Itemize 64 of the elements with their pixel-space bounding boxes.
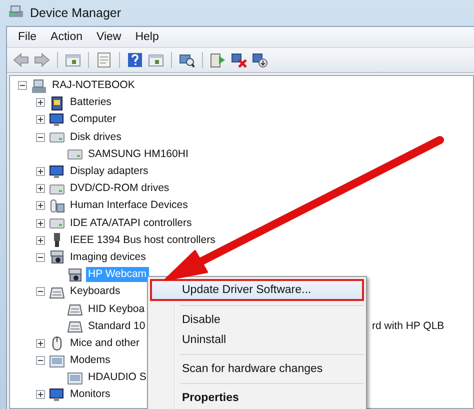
enable-icon[interactable] bbox=[252, 52, 268, 68]
menu-item[interactable]: Uninstall bbox=[150, 330, 364, 350]
tree-item[interactable]: Display adapters bbox=[68, 164, 150, 180]
menu-item[interactable]: File bbox=[11, 31, 44, 43]
expander-icon[interactable] bbox=[36, 390, 45, 400]
device-icon bbox=[49, 352, 65, 369]
device-icon bbox=[49, 386, 65, 403]
expander-icon[interactable] bbox=[36, 98, 45, 108]
expander-icon[interactable] bbox=[36, 356, 45, 366]
expander-icon[interactable] bbox=[36, 115, 45, 124]
tree-item[interactable]: DVD/CD-ROM drives bbox=[68, 181, 172, 196]
tree-item[interactable]: Disk drives bbox=[68, 130, 124, 145]
menu-item[interactable]: Scan for hardware changes bbox=[150, 359, 364, 379]
menu-item[interactable]: View bbox=[90, 31, 128, 43]
expander-icon[interactable] bbox=[36, 184, 45, 194]
back-icon[interactable] bbox=[13, 52, 29, 68]
tree-item[interactable]: Batteries bbox=[68, 95, 114, 110]
expander-icon[interactable] bbox=[36, 218, 45, 228]
tree-item[interactable]: IEEE 1394 Bus host controllers bbox=[68, 232, 218, 248]
tree-item[interactable]: Human Interface Devices bbox=[68, 198, 190, 214]
expander-icon[interactable] bbox=[36, 167, 45, 176]
tree-item[interactable]: RAJ-NOTEBOOK bbox=[50, 78, 137, 94]
tree-item[interactable]: Keyboards bbox=[68, 284, 122, 300]
device-icon bbox=[67, 370, 83, 386]
tree-item[interactable]: Standard 10 bbox=[86, 318, 148, 334]
menu-item[interactable]: Help bbox=[128, 31, 166, 43]
device-manager-icon bbox=[8, 3, 24, 19]
expander-icon[interactable] bbox=[18, 81, 27, 90]
tree-item[interactable]: Monitors bbox=[68, 387, 112, 402]
tree-item[interactable]: SAMSUNG HM160HI bbox=[86, 146, 190, 162]
document-icon[interactable] bbox=[96, 52, 112, 68]
device-icon bbox=[49, 198, 65, 214]
menu-item[interactable]: Properties bbox=[150, 388, 364, 408]
device-icon bbox=[49, 94, 65, 111]
expander-icon[interactable] bbox=[36, 338, 45, 348]
menu-item[interactable]: Disable bbox=[150, 310, 364, 330]
window-title: Device Manager bbox=[30, 6, 122, 20]
tree-item[interactable]: HDAUDIO S bbox=[86, 370, 148, 386]
help-icon[interactable] bbox=[127, 52, 143, 68]
tree-item[interactable]: Imaging devices bbox=[68, 250, 148, 265]
uninstall-icon[interactable] bbox=[231, 52, 247, 68]
tree-item[interactable]: IDE ATA/ATAPI controllers bbox=[68, 216, 194, 231]
expander-icon[interactable] bbox=[36, 236, 45, 245]
device-icon bbox=[49, 112, 65, 128]
pane-icon[interactable] bbox=[148, 52, 164, 68]
expander-icon[interactable] bbox=[36, 201, 45, 210]
menu-item[interactable]: Action bbox=[44, 31, 90, 43]
expander-icon[interactable] bbox=[36, 287, 45, 296]
device-icon bbox=[49, 249, 65, 266]
device-icon bbox=[49, 164, 65, 180]
expander-icon[interactable] bbox=[36, 132, 45, 142]
device-icon bbox=[67, 266, 83, 283]
tree-item[interactable]: Computer bbox=[68, 112, 118, 128]
pane-icon[interactable] bbox=[65, 52, 81, 68]
tree-item[interactable]: HID Keyboa bbox=[86, 302, 147, 317]
tree-item[interactable]: Mice and other bbox=[68, 336, 142, 351]
device-icon bbox=[31, 78, 47, 94]
tree-item-text: rd with HP QLB bbox=[372, 320, 444, 332]
expander-icon[interactable] bbox=[36, 252, 45, 262]
update-driver-icon[interactable] bbox=[210, 52, 226, 68]
scan-icon[interactable] bbox=[179, 52, 195, 68]
forward-icon[interactable] bbox=[34, 52, 50, 68]
tree-item[interactable]: Modems bbox=[68, 353, 112, 368]
menu-item[interactable]: Update Driver Software... bbox=[150, 279, 364, 301]
